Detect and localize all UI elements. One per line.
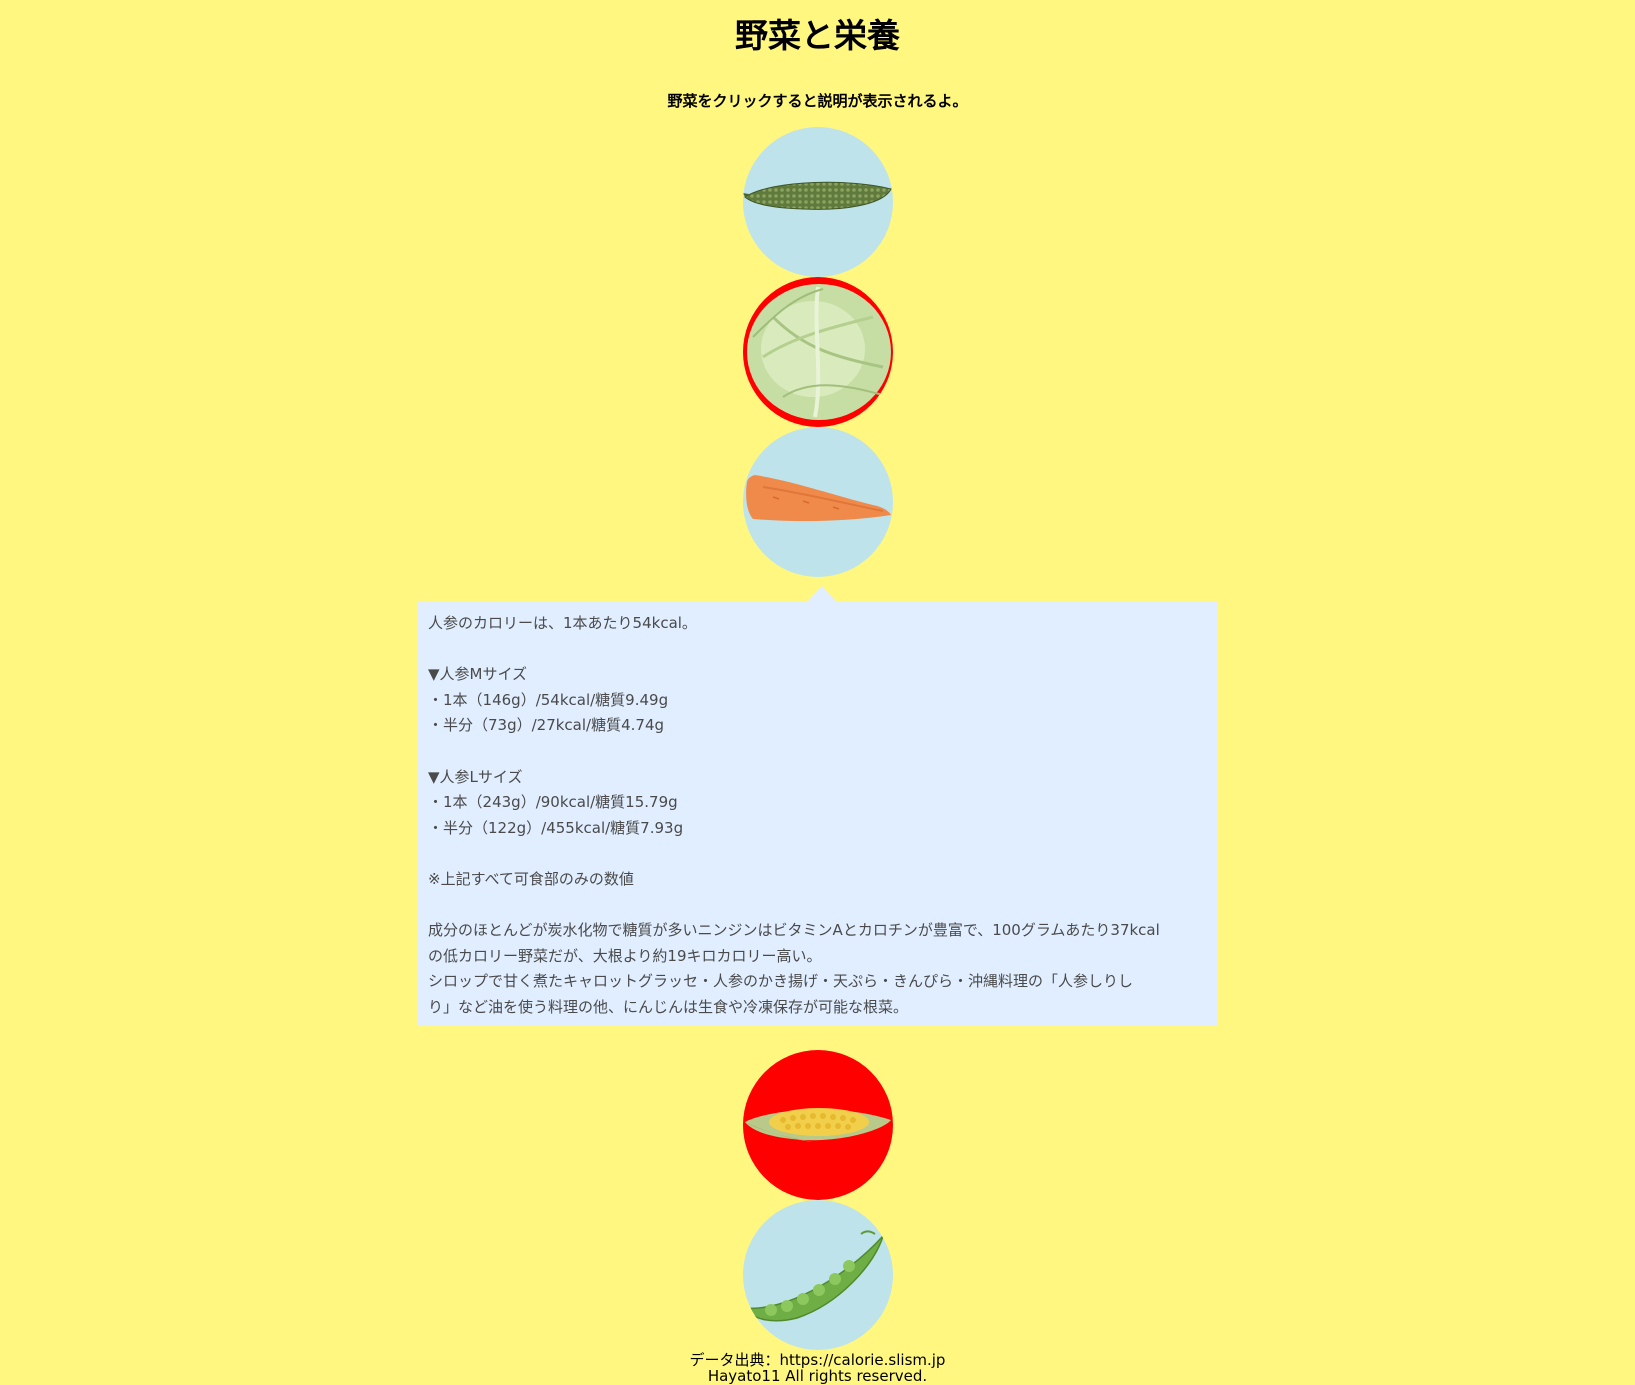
popup-l-size-heading: ▼人参Lサイズ	[428, 767, 523, 786]
popup-arrow	[806, 586, 838, 603]
vegetable-button-corn[interactable]	[743, 1050, 893, 1200]
popup-l-size-line: ・1本（243g）/90kcal/糖質15.79g	[428, 793, 678, 812]
vegetable-button-carrot[interactable]	[743, 427, 893, 577]
vegetable-button-bitter-melon[interactable]	[743, 127, 893, 277]
vegetable-button-snap-pea[interactable]	[743, 1200, 893, 1350]
footer-copyright: Hayato11 All rights reserved.	[707, 1367, 928, 1385]
page: 野菜と栄養 野菜をクリックすると説明が表示されるよ。 人参のカロリーは、1本あた…	[0, 0, 1635, 1385]
popup-description: り」など油を使う料理の他、にんじんは生食や冷凍保存が可能な根菜。	[428, 997, 909, 1016]
corn-icon	[745, 1108, 891, 1142]
popup-description: 成分のほとんどが炭水化物で糖質が多いニンジンはビタミンAとカロチンが豊富で、10…	[428, 921, 1160, 940]
popup-intro: 人参のカロリーは、1本あたり54kcal。	[428, 614, 697, 632]
page-title: 野菜と栄養	[735, 16, 900, 55]
bitter-melon-icon	[743, 181, 892, 210]
footer-data-source: データ出典：https://calorie.slism.jp	[689, 1351, 946, 1369]
vegetable-button-cabbage[interactable]	[743, 277, 893, 427]
popup-l-size-line: ・半分（122g）/455kcal/糖質7.93g	[428, 818, 684, 837]
popup-description: シロップで甘く煮たキャロットグラッセ・人参のかき揚げ・天ぷら・きんぴら・沖縄料理…	[428, 972, 1134, 991]
carrot-description-popup: 人参のカロリーは、1本あたり54kcal。 ▼人参Mサイズ ・1本（146g）/…	[418, 602, 1218, 1026]
popup-note: ※上記すべて可食部のみの数値	[428, 869, 634, 888]
snap-pea-icon	[743, 1224, 893, 1322]
popup-m-size-line: ・半分（73g）/27kcal/糖質4.74g	[428, 716, 665, 735]
popup-m-size-heading: ▼人参Mサイズ	[428, 665, 528, 684]
popup-description: の低カロリー野菜だが、大根より約19キロカロリー高い。	[428, 946, 822, 965]
page-subtitle: 野菜をクリックすると説明が表示されるよ。	[667, 92, 968, 110]
carrot-icon	[746, 475, 891, 522]
cabbage-icon	[747, 284, 891, 420]
popup-m-size-line: ・1本（146g）/54kcal/糖質9.49g	[428, 690, 669, 709]
